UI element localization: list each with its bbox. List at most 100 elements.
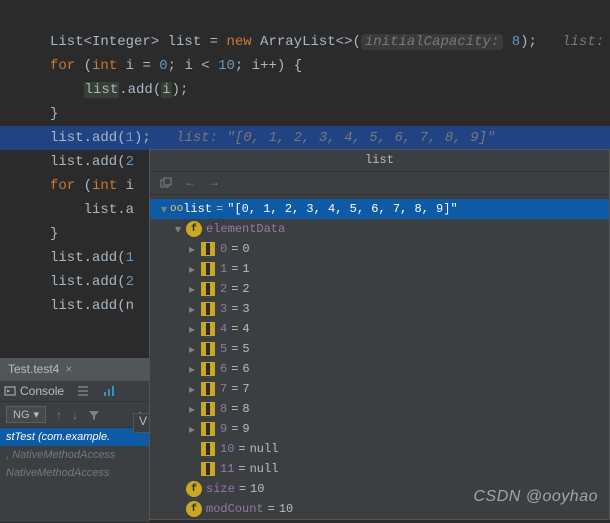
var-value: 6 — [242, 362, 249, 376]
var-value: 2 — [242, 282, 249, 296]
chevron-right-icon[interactable]: ▸ — [186, 422, 198, 437]
var-value: 3 — [242, 302, 249, 316]
debug-panel: Console NG ▾ ↑ ↓ + stTest (com.example. … — [0, 380, 150, 522]
thread-label: NG — [13, 409, 30, 421]
chevron-right-icon[interactable]: ▸ — [186, 262, 198, 277]
evaluate-popup: list ← → ▾ oo list = "[0, 1, 2, 3, 4, 5,… — [149, 149, 610, 520]
param-hint: initialCapacity: — [361, 34, 503, 50]
array-element-icon — [201, 262, 215, 276]
console-icon — [4, 385, 16, 397]
close-icon[interactable]: × — [65, 362, 72, 376]
array-element-icon — [201, 302, 215, 316]
var-name: 4 — [220, 322, 227, 336]
array-element-icon — [201, 362, 215, 376]
var-value: 8 — [242, 402, 249, 416]
var-name: 1 — [220, 262, 227, 276]
var-value: null — [250, 462, 279, 476]
tree-node[interactable]: ▾ f elementData — [150, 219, 609, 239]
var-value: 10 — [279, 502, 293, 516]
code-line: list.add(i); — [50, 78, 610, 102]
tree-array-item[interactable]: ▸7=7 — [150, 379, 609, 399]
chevron-right-icon[interactable]: ▸ — [186, 242, 198, 257]
object-icon: oo — [170, 203, 183, 215]
var-value: 0 — [242, 242, 249, 256]
arrow-down-icon[interactable]: ↓ — [72, 408, 78, 422]
array-element-icon — [201, 322, 215, 336]
tree-array-item[interactable]: ▸3=3 — [150, 299, 609, 319]
var-value: 5 — [242, 342, 249, 356]
frame-row[interactable]: stTest (com.example. — [0, 428, 150, 446]
forward-icon[interactable]: → — [206, 175, 222, 191]
popup-title: list — [150, 150, 609, 172]
tree-array-item[interactable]: ▸0=0 — [150, 239, 609, 259]
tree-array-item[interactable]: ▸10=null — [150, 439, 609, 459]
variable-tree: ▾ oo list = "[0, 1, 2, 3, 4, 5, 6, 7, 8,… — [150, 195, 609, 523]
tree-array-item[interactable]: ▸1=1 — [150, 259, 609, 279]
tab-console-label: Console — [20, 384, 64, 398]
tree-array-item[interactable]: ▸11=null — [150, 459, 609, 479]
var-value: 1 — [242, 262, 249, 276]
var-name: 8 — [220, 402, 227, 416]
array-element-icon — [201, 282, 215, 296]
tree-array-item[interactable]: ▸9=9 — [150, 419, 609, 439]
code-line: for (int i = 0; i < 10; i++) { — [50, 54, 610, 78]
chevron-down-icon: ▾ — [34, 408, 40, 421]
var-name: 7 — [220, 382, 227, 396]
array-element-icon — [201, 442, 215, 456]
var-value: null — [250, 442, 279, 456]
chevron-right-icon[interactable]: ▸ — [186, 282, 198, 297]
array-element-icon — [201, 342, 215, 356]
var-value: "[0, 1, 2, 3, 4, 5, 6, 7, 8, 9]" — [227, 202, 457, 216]
new-watch-icon[interactable] — [158, 175, 174, 191]
frames-list: stTest (com.example. , NativeMethodAcces… — [0, 428, 150, 482]
tree-array-item[interactable]: ▸6=6 — [150, 359, 609, 379]
var-name: 3 — [220, 302, 227, 316]
chevron-down-icon[interactable]: ▾ — [158, 202, 170, 217]
array-element-icon — [201, 462, 215, 476]
chevron-right-icon[interactable]: ▸ — [186, 302, 198, 317]
var-name: size — [206, 482, 235, 496]
filter-icon[interactable] — [88, 409, 100, 421]
tree-array-item[interactable]: ▸2=2 — [150, 279, 609, 299]
chevron-right-icon[interactable]: ▸ — [186, 322, 198, 337]
array-element-icon — [201, 242, 215, 256]
var-name: 5 — [220, 342, 227, 356]
watermark: CSDN @ooyhao — [473, 488, 598, 506]
tree-root[interactable]: ▾ oo list = "[0, 1, 2, 3, 4, 5, 6, 7, 8,… — [150, 199, 609, 219]
editor-tabs: Test.test4 × — [0, 357, 150, 380]
chart-icon[interactable] — [102, 384, 116, 398]
field-icon: f — [186, 501, 202, 517]
file-tab[interactable]: Test.test4 × — [0, 358, 150, 380]
var-name: 0 — [220, 242, 227, 256]
thread-selector[interactable]: NG ▾ — [6, 406, 46, 423]
chevron-right-icon[interactable]: ▸ — [186, 402, 198, 417]
field-icon: f — [186, 221, 202, 237]
array-element-icon — [201, 402, 215, 416]
chevron-down-icon[interactable]: ▾ — [172, 222, 184, 237]
file-tab-label: Test.test4 — [8, 362, 59, 376]
array-element-icon — [201, 382, 215, 396]
arrow-up-icon[interactable]: ↑ — [56, 408, 62, 422]
chevron-right-icon[interactable]: ▸ — [186, 342, 198, 357]
var-name: 9 — [220, 422, 227, 436]
var-name: 6 — [220, 362, 227, 376]
var-value: 10 — [250, 482, 264, 496]
var-value: 4 — [242, 322, 249, 336]
var-name: 11 — [220, 462, 234, 476]
variables-header: V — [133, 413, 150, 433]
chevron-right-icon[interactable]: ▸ — [186, 382, 198, 397]
var-name: elementData — [206, 222, 285, 236]
chevron-right-icon[interactable]: ▸ — [186, 362, 198, 377]
back-icon[interactable]: ← — [182, 175, 198, 191]
list-icon[interactable] — [76, 384, 90, 398]
array-element-icon — [201, 422, 215, 436]
tree-array-item[interactable]: ▸8=8 — [150, 399, 609, 419]
field-icon: f — [186, 481, 202, 497]
popup-toolbar: ← → — [150, 172, 609, 195]
tree-array-item[interactable]: ▸4=4 — [150, 319, 609, 339]
var-value: 7 — [242, 382, 249, 396]
frame-row[interactable]: , NativeMethodAccess — [0, 446, 150, 464]
frame-row[interactable]: NativeMethodAccess — [0, 464, 150, 482]
tree-array-item[interactable]: ▸5=5 — [150, 339, 609, 359]
tab-console[interactable]: Console — [4, 384, 64, 398]
